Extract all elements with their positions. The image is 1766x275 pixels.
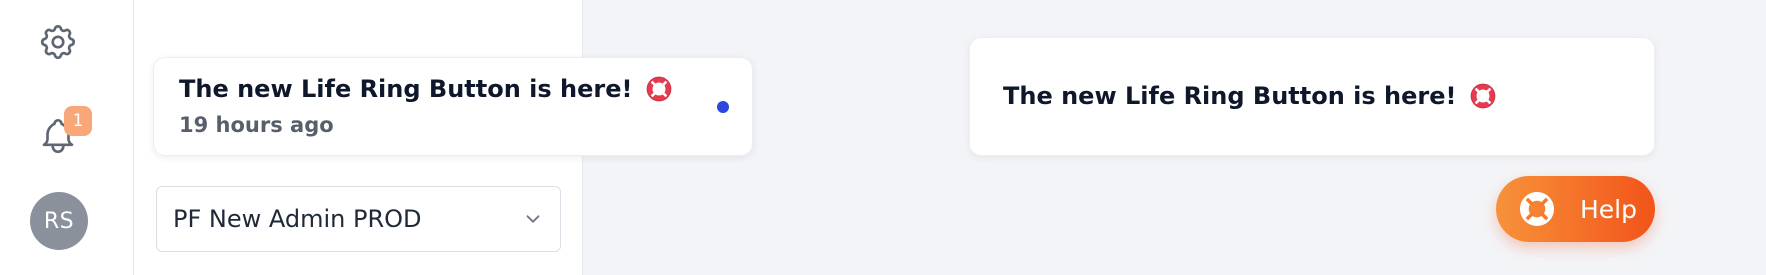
announcement-card: The new Life Ring Button is here!	[969, 37, 1655, 156]
life-ring-icon	[647, 76, 672, 102]
chevron-down-icon	[526, 215, 540, 223]
workspace-select-value: PF New Admin PROD	[173, 205, 422, 233]
help-button[interactable]: Help	[1496, 176, 1655, 242]
announcement-title-row: The new Life Ring Button is here!	[1003, 82, 1496, 110]
life-ring-icon	[1471, 83, 1496, 109]
user-avatar[interactable]: RS	[30, 192, 88, 250]
settings-button[interactable]	[32, 16, 84, 68]
unread-indicator	[717, 101, 729, 113]
notification-time: 19 hours ago	[179, 113, 334, 137]
life-ring-icon	[1519, 191, 1555, 227]
workspace-select[interactable]: PF New Admin PROD	[156, 186, 561, 252]
notification-item[interactable]: The new Life Ring Button is here! 19 hou…	[153, 57, 753, 156]
announcement-title: The new Life Ring Button is here!	[1003, 82, 1457, 110]
notification-title-row: The new Life Ring Button is here!	[179, 75, 672, 103]
notification-count-badge: 1	[64, 106, 92, 136]
notification-title: The new Life Ring Button is here!	[179, 75, 633, 103]
gear-icon	[40, 24, 76, 60]
help-button-label: Help	[1580, 194, 1637, 224]
